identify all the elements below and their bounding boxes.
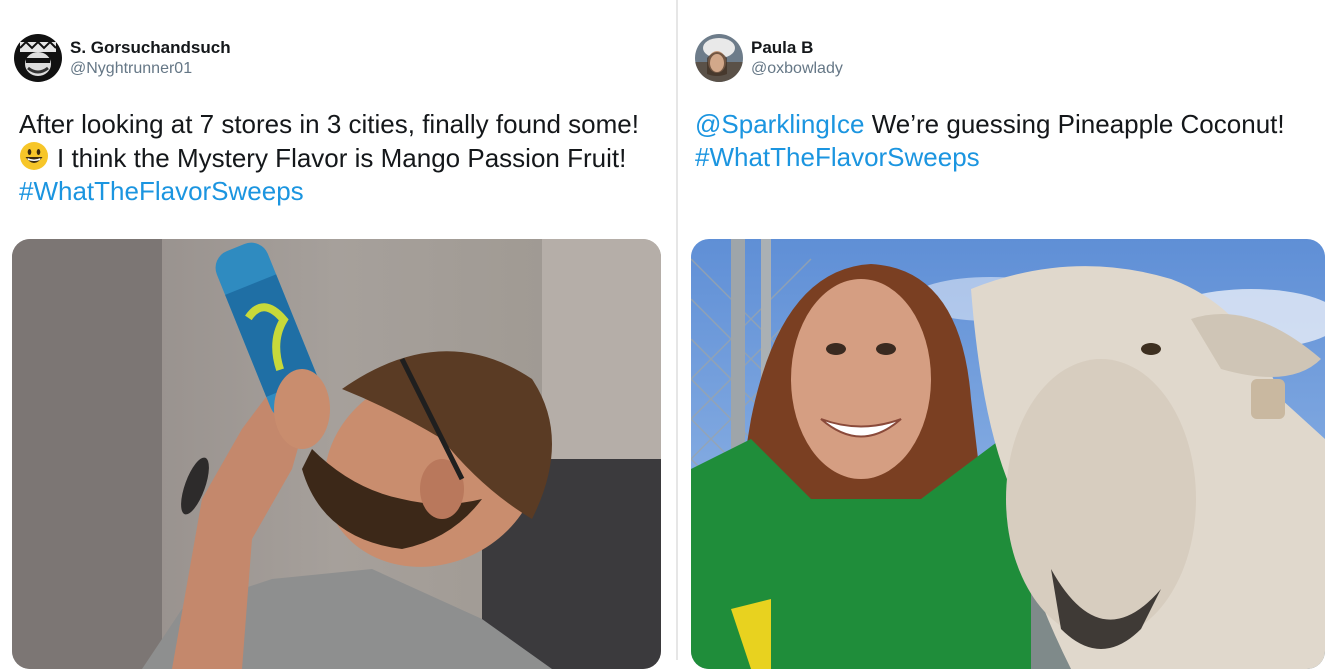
tweet-card[interactable]: S. Gorsuchandsuch @Nyghtrunner01 After l… [0,0,676,669]
avatar[interactable] [14,34,62,82]
hashtag-link[interactable]: #WhatTheFlavorSweeps [19,175,669,208]
tweet-text-line: I think the Mystery Flavor is Mango Pass… [19,141,669,175]
mention-link[interactable]: @SparklingIce [695,109,864,139]
tweet-photo[interactable] [12,239,661,669]
tweet-text-content: We’re guessing Pineapple Coconut! [864,109,1285,139]
tweet-text: After looking at 7 stores in 3 cities, f… [19,108,669,208]
author-name[interactable]: S. Gorsuchandsuch [70,38,231,58]
tweet-text: @SparklingIce We’re guessing Pineapple C… [695,108,1325,174]
tweet-card[interactable]: Paula B @oxbowlady @SparklingIce We’re g… [678,0,1337,669]
author-handle[interactable]: @oxbowlady [751,60,843,78]
author-name[interactable]: Paula B [751,38,813,58]
author-handle[interactable]: @Nyghtrunner01 [70,60,192,78]
tweet-photo[interactable] [691,239,1325,669]
tweet-text-line: @SparklingIce We’re guessing Pineapple C… [695,108,1325,141]
tweet-text-line: After looking at 7 stores in 3 cities, f… [19,109,639,139]
avatar[interactable] [695,34,743,82]
grinning-face-icon [20,142,48,170]
tweet-text-content: I think the Mystery Flavor is Mango Pass… [57,143,627,173]
hashtag-link[interactable]: #WhatTheFlavorSweeps [695,141,1325,174]
